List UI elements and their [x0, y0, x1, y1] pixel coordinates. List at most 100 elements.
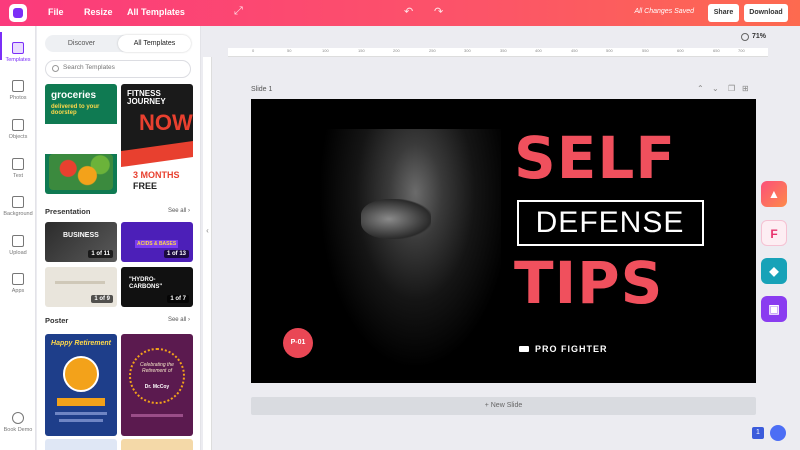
text-icon	[12, 158, 24, 170]
rail-label: Background	[3, 211, 33, 217]
ruler-tick: 600	[677, 48, 684, 53]
page-tag[interactable]: P-01	[283, 328, 313, 358]
rail-templates[interactable]: Templates	[0, 42, 36, 63]
template-thumb-partial-1[interactable]	[45, 439, 117, 450]
expand-icon[interactable]: ⤢	[234, 5, 243, 18]
rail-label: Objects	[8, 134, 28, 140]
headline-defense-box[interactable]: DEFENSE	[517, 200, 704, 246]
headline-tips[interactable]: TIPS	[514, 254, 714, 312]
search-input[interactable]	[63, 64, 183, 71]
ruler-tick: 500	[606, 48, 613, 53]
zoom-level[interactable]: 71%	[752, 33, 766, 40]
see-all-presentation[interactable]: See all ›	[168, 208, 190, 214]
thumb-caption: Celebrating the Retirement of	[140, 362, 174, 374]
gallery-app-icon[interactable]: ▣	[761, 296, 787, 322]
left-rail: Templates Photos Objects Text Background…	[0, 26, 36, 450]
headline-defense: DEFENSE	[535, 206, 685, 239]
tab-all-templates[interactable]: All Templates	[118, 35, 191, 52]
menu-file[interactable]: File	[48, 7, 64, 17]
help-icon[interactable]: 1	[752, 427, 764, 439]
fighter-logo-icon	[519, 346, 529, 352]
ruler-tick: 650	[713, 48, 720, 53]
search-icon	[52, 65, 59, 72]
top-bar: File Resize All Templates ⤢ ↶ ↷ All Chan…	[0, 0, 800, 26]
menu-all-templates[interactable]: All Templates	[127, 7, 185, 17]
page-count: 1 of 7	[167, 295, 189, 303]
ruler-horizontal: 0 50 100 150 200 250 300 350 400 450 500…	[228, 48, 768, 57]
save-status: All Changes Saved	[634, 8, 694, 15]
ruler-tick: 350	[500, 48, 507, 53]
thumb-caption: Happy Retirement	[51, 340, 111, 347]
rail-objects[interactable]: Objects	[0, 119, 36, 140]
brand-kit-icon[interactable]: ▲	[761, 181, 787, 207]
templates-panel: Discover All Templates groceries deliver…	[37, 26, 201, 450]
template-thumb-celebrating-retirement[interactable]: Celebrating the Retirement of Dr. McCoy	[121, 334, 193, 436]
search-box[interactable]	[45, 60, 191, 78]
add-slide-icon[interactable]: ⊞	[742, 84, 749, 93]
share-button[interactable]: Share	[708, 4, 739, 22]
page-count: 1 of 9	[91, 295, 113, 303]
rail-apps[interactable]: Apps	[0, 273, 36, 294]
move-down-icon[interactable]: ⌄	[712, 84, 719, 93]
paint-app-icon[interactable]: ◆	[761, 258, 787, 284]
template-thumb-groceries[interactable]: groceries delivered to your doorstep	[45, 84, 117, 194]
headline-self[interactable]: SELF	[514, 129, 714, 187]
rail-label: Upload	[9, 250, 27, 256]
thumb-caption: BUSINESS	[63, 232, 99, 239]
thumb-name: Dr. McCoy	[144, 384, 170, 390]
collapse-panel-icon[interactable]: ‹	[203, 226, 212, 238]
move-up-icon[interactable]: ⌃	[697, 84, 704, 93]
fist-highlight	[361, 199, 431, 239]
tab-discover[interactable]: Discover	[45, 35, 118, 52]
ruler-vertical	[203, 57, 212, 450]
thumb-promo: 3 MONTHS	[133, 170, 180, 180]
app-logo[interactable]	[9, 4, 27, 22]
template-thumb-fitness[interactable]: FITNESS JOURNEY NOW 3 MONTHS FREE	[121, 84, 193, 194]
ruler-tick: 150	[358, 48, 365, 53]
template-thumb-minimal[interactable]: 1 of 9	[45, 267, 117, 307]
panel-tabs: Discover All Templates	[45, 35, 191, 52]
section-poster: Poster	[45, 316, 69, 325]
zoom-icon[interactable]	[741, 33, 749, 41]
upload-icon	[12, 235, 24, 247]
slide-canvas[interactable]: P-01 SELF DEFENSE TIPS PRO FIGHTER	[251, 99, 756, 383]
page-count: 1 of 11	[88, 250, 113, 258]
rail-upload[interactable]: Upload	[0, 235, 36, 256]
thumb-title: groceries	[51, 90, 97, 101]
duplicate-icon[interactable]: ❐	[728, 84, 735, 93]
template-thumb-partial-2[interactable]	[121, 439, 193, 450]
rail-label: Apps	[11, 288, 25, 294]
rail-photos[interactable]: Photos	[0, 80, 36, 101]
new-slide-button[interactable]: + New Slide	[251, 397, 756, 415]
thumb-caption: "HYDRO-CARBONS"	[129, 277, 163, 290]
template-thumb-business[interactable]: BUSINESS 1 of 11	[45, 222, 117, 262]
rail-label: Book Demo	[3, 427, 33, 433]
redo-icon[interactable]: ↷	[434, 5, 443, 18]
photo-icon	[12, 80, 24, 92]
chat-icon[interactable]	[770, 425, 786, 441]
fonts-app-icon[interactable]: F	[761, 220, 787, 246]
rail-label: Templates	[5, 57, 31, 63]
apps-icon	[12, 273, 24, 285]
rail-text[interactable]: Text	[0, 158, 36, 179]
template-thumb-hydrocarbons[interactable]: "HYDRO-CARBONS" 1 of 7	[121, 267, 193, 307]
undo-icon[interactable]: ↶	[404, 5, 413, 18]
ruler-tick: 700	[738, 48, 745, 53]
rail-book-demo[interactable]: Book Demo	[0, 412, 36, 433]
rail-background[interactable]: Background	[0, 196, 36, 217]
template-thumb-happy-retirement[interactable]: Happy Retirement	[45, 334, 117, 436]
download-button[interactable]: Download	[744, 4, 788, 22]
see-all-poster[interactable]: See all ›	[168, 317, 190, 323]
ruler-tick: 200	[393, 48, 400, 53]
thumb-promo-2: FREE	[133, 181, 158, 191]
ruler-tick: 0	[252, 48, 255, 53]
menu-resize[interactable]: Resize	[84, 7, 113, 17]
rail-label: Photos	[9, 95, 27, 101]
thumb-caption: ACIDS & BASES	[135, 240, 179, 248]
template-thumb-acids-bases[interactable]: ACIDS & BASES 1 of 13	[121, 222, 193, 262]
phone-icon	[12, 412, 24, 424]
fighter-photo[interactable]	[311, 129, 501, 383]
vegetables-image	[49, 154, 113, 190]
background-icon	[12, 196, 24, 208]
tagline[interactable]: PRO FIGHTER	[535, 344, 608, 354]
